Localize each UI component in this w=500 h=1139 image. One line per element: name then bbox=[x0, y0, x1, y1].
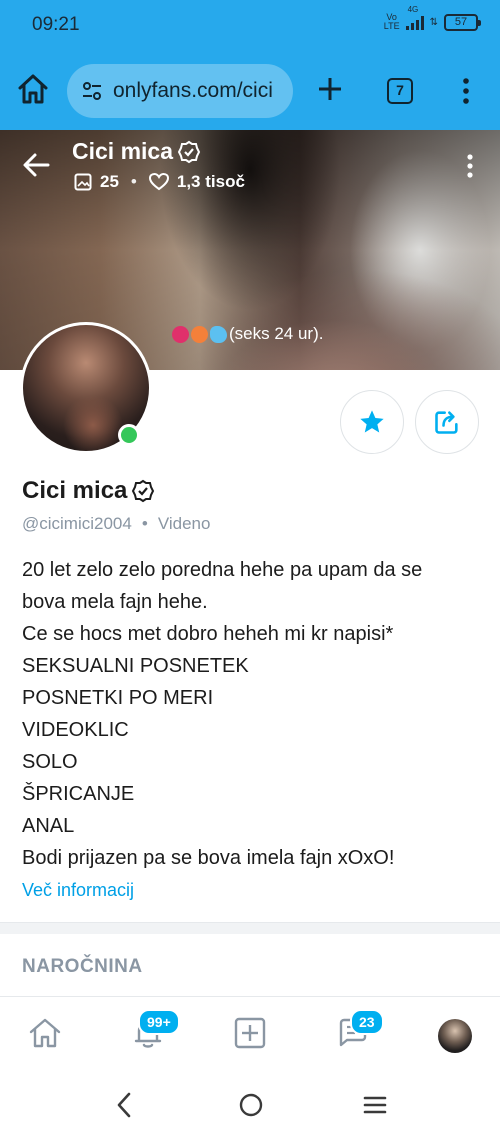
image-icon bbox=[74, 173, 92, 191]
verified-icon bbox=[132, 479, 155, 503]
status-bar: 09:21 Vo LTE 4G ⇅ 57 bbox=[0, 0, 500, 52]
likes-count: 1,3 tisoč bbox=[176, 172, 245, 191]
clock: 09:21 bbox=[32, 14, 80, 35]
signal-icon: 4G bbox=[405, 5, 424, 30]
system-indicators: Vo LTE 4G ⇅ 57 bbox=[383, 5, 481, 31]
site-settings-icon[interactable] bbox=[81, 80, 103, 102]
bio-line: VIDEOKLIC bbox=[22, 719, 129, 741]
more-info-link[interactable]: Več informacij bbox=[22, 880, 134, 901]
star-icon bbox=[360, 410, 384, 433]
back-arrow-icon[interactable] bbox=[22, 150, 50, 180]
bio-line: bova mela fajn hehe. bbox=[22, 591, 208, 613]
system-recents-icon[interactable] bbox=[361, 1090, 389, 1120]
favorite-button[interactable] bbox=[340, 390, 404, 454]
profile-menu-icon[interactable] bbox=[460, 152, 480, 180]
system-back-icon[interactable] bbox=[112, 1090, 136, 1120]
online-status-dot bbox=[118, 424, 140, 446]
url-text[interactable]: onlyfans.com/cici bbox=[113, 79, 273, 103]
banner-name: Cici mica bbox=[72, 138, 173, 164]
banner-stats: 25 • 1,3 tisoč bbox=[74, 172, 245, 192]
section-divider bbox=[0, 922, 500, 934]
system-home-icon[interactable] bbox=[236, 1090, 266, 1120]
bio-line: SEKSUALNI POSNETEK bbox=[22, 655, 249, 677]
bio-line: Ce se hocs met dobro heheh mi kr napisi* bbox=[22, 623, 394, 645]
address-bar[interactable]: onlyfans.com/cici bbox=[67, 64, 293, 118]
messages-badge: 23 bbox=[350, 1009, 384, 1035]
username: @cicimici2004 bbox=[22, 514, 132, 533]
lips-emoji-icon bbox=[172, 325, 189, 343]
browser-menu-icon[interactable] bbox=[456, 76, 476, 106]
posts-count: 25 bbox=[100, 172, 119, 191]
notifications-badge: 99+ bbox=[138, 1009, 180, 1035]
heart-icon bbox=[148, 173, 169, 191]
profile-name: Cici mica bbox=[22, 477, 155, 505]
network-type: Vo LTE bbox=[383, 12, 400, 31]
droplets-emoji-icon bbox=[210, 325, 227, 343]
profile-bio: 20 let zelo zelo poredna hehe pa upam da… bbox=[22, 554, 482, 874]
my-profile-avatar[interactable] bbox=[438, 1019, 472, 1053]
bio-line: POSNETKI PO MERI bbox=[22, 687, 214, 709]
bio-line: ANAL bbox=[22, 815, 75, 837]
add-post-icon[interactable] bbox=[232, 1015, 268, 1051]
bio-line: Bodi prijazen pa se bova imela fajn xOxO… bbox=[22, 847, 395, 869]
share-icon bbox=[435, 411, 458, 434]
subscription-heading: NAROČNINA bbox=[22, 956, 143, 977]
data-arrows-icon: ⇅ bbox=[429, 16, 438, 28]
home-icon[interactable] bbox=[16, 72, 50, 106]
tab-switcher[interactable]: 7 bbox=[387, 78, 413, 104]
bio-line: SOLO bbox=[22, 751, 78, 773]
profile-handle-row: @cicimici2004 • Videno bbox=[22, 514, 211, 533]
bio-line: 20 let zelo zelo poredna hehe pa upam da… bbox=[22, 559, 423, 581]
home-nav-icon[interactable] bbox=[27, 1015, 63, 1051]
banner-title: Cici mica bbox=[72, 138, 201, 165]
peach-emoji-icon bbox=[191, 325, 208, 343]
share-button[interactable] bbox=[415, 390, 479, 454]
verified-icon bbox=[177, 140, 201, 163]
banner-caption: (seks 24 ur). bbox=[172, 324, 323, 344]
system-navigation-bar bbox=[0, 1070, 500, 1139]
battery-icon: 57 bbox=[444, 13, 481, 31]
last-seen: Videno bbox=[157, 514, 211, 533]
browser-toolbar: onlyfans.com/cici 7 bbox=[0, 52, 500, 130]
bio-line: ŠPRICANJE bbox=[22, 783, 135, 805]
new-tab-icon[interactable] bbox=[314, 72, 346, 106]
bottom-navigation: 99+ 23 bbox=[0, 996, 500, 1070]
